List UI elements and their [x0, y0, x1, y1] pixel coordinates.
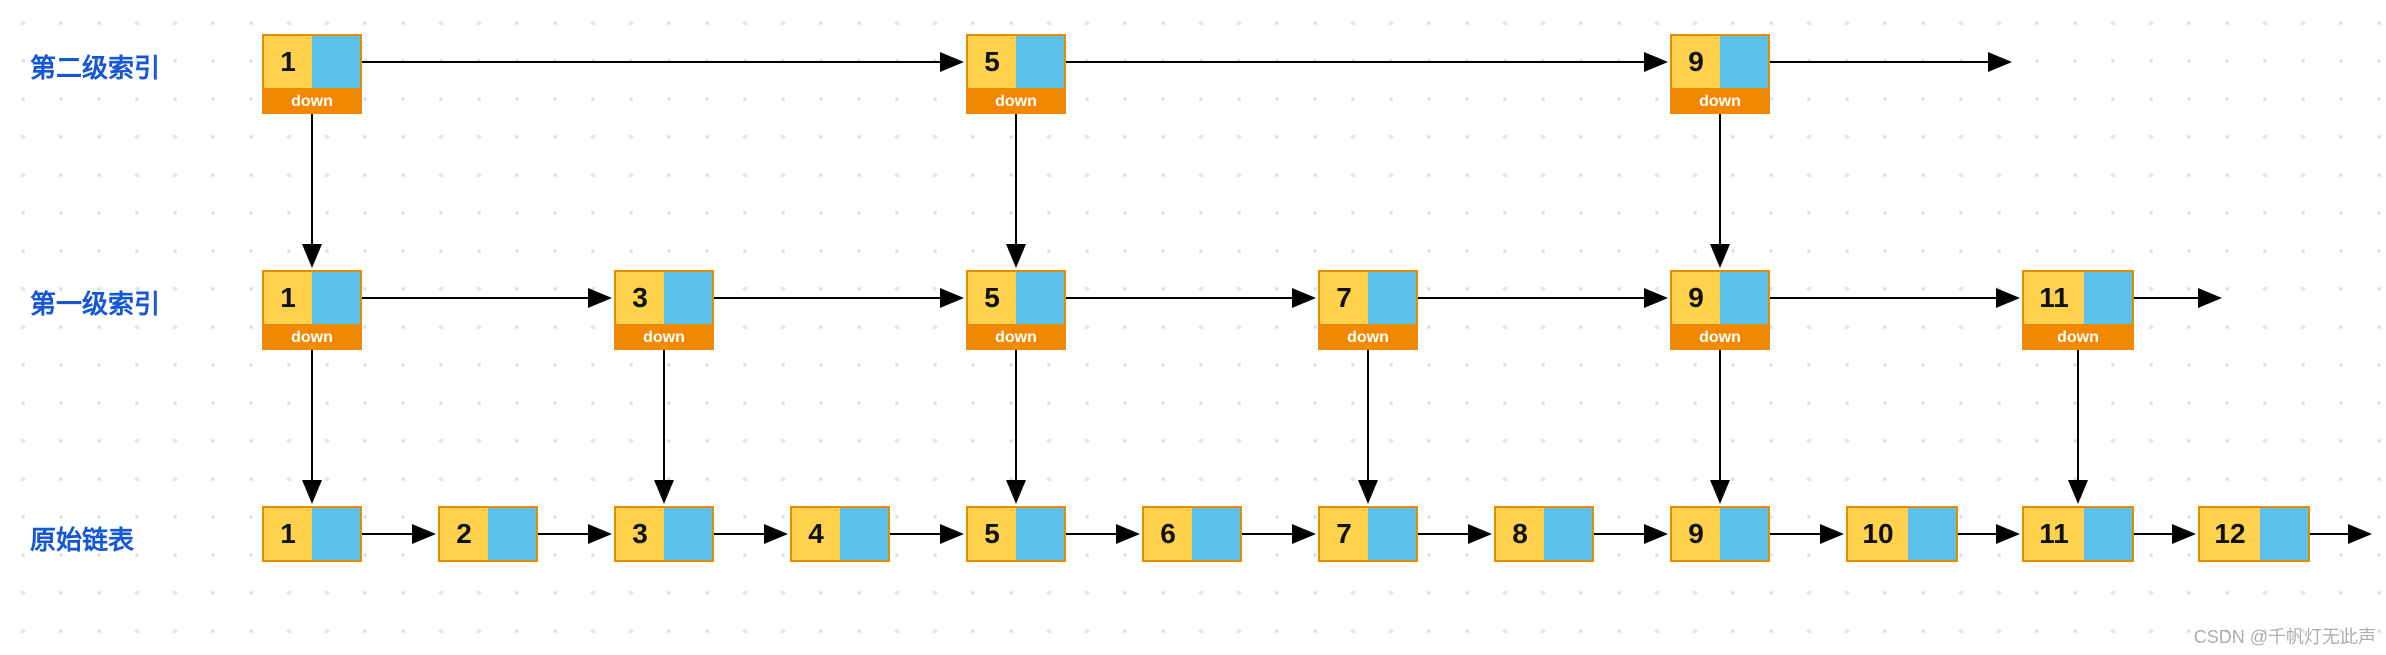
node-value: 9: [1672, 272, 1720, 324]
down-label: down: [614, 326, 714, 350]
down-label: down: [1318, 326, 1418, 350]
next-pointer: [1016, 36, 1064, 88]
node-value: 2: [440, 508, 488, 560]
node-value: 1: [264, 36, 312, 88]
l1-node-11: 11: [2022, 270, 2134, 326]
next-pointer: [1192, 508, 1240, 560]
l1-node-5: 5: [966, 270, 1066, 326]
down-label: down: [966, 326, 1066, 350]
l0-node-3: 3: [614, 506, 714, 562]
next-pointer: [1544, 508, 1592, 560]
down-label: down: [262, 326, 362, 350]
l0-node-2: 2: [438, 506, 538, 562]
l0-node-5: 5: [966, 506, 1066, 562]
l2-node-1: 1: [262, 34, 362, 90]
node-value: 5: [968, 508, 1016, 560]
l0-node-9: 9: [1670, 506, 1770, 562]
l0-node-8: 8: [1494, 506, 1594, 562]
l0-node-10: 10: [1846, 506, 1958, 562]
next-pointer: [1908, 508, 1956, 560]
l2-node-5: 5: [966, 34, 1066, 90]
l1-node-1: 1: [262, 270, 362, 326]
l0-node-1: 1: [262, 506, 362, 562]
next-pointer: [1720, 272, 1768, 324]
next-pointer: [2084, 508, 2132, 560]
down-label: down: [1670, 326, 1770, 350]
watermark: CSDN @千帆灯无此声: [2194, 623, 2376, 649]
node-value: 1: [264, 508, 312, 560]
next-pointer: [312, 272, 360, 324]
node-value: 5: [968, 272, 1016, 324]
node-value: 3: [616, 508, 664, 560]
next-pointer: [1368, 272, 1416, 324]
next-pointer: [1720, 508, 1768, 560]
next-pointer: [1016, 508, 1064, 560]
next-pointer: [2260, 508, 2308, 560]
l1-node-7: 7: [1318, 270, 1418, 326]
node-value: 5: [968, 36, 1016, 88]
node-value: 4: [792, 508, 840, 560]
label-level-0: 原始链表: [30, 520, 134, 557]
node-value: 8: [1496, 508, 1544, 560]
node-value: 9: [1672, 508, 1720, 560]
l2-node-9: 9: [1670, 34, 1770, 90]
next-pointer: [664, 272, 712, 324]
node-value: 6: [1144, 508, 1192, 560]
next-pointer: [488, 508, 536, 560]
node-value: 1: [264, 272, 312, 324]
next-pointer: [1368, 508, 1416, 560]
l0-node-7: 7: [1318, 506, 1418, 562]
l0-node-11: 11: [2022, 506, 2134, 562]
l1-node-3: 3: [614, 270, 714, 326]
node-value: 9: [1672, 36, 1720, 88]
node-value: 11: [2024, 272, 2084, 324]
next-pointer: [312, 36, 360, 88]
l0-node-4: 4: [790, 506, 890, 562]
node-value: 3: [616, 272, 664, 324]
next-pointer: [664, 508, 712, 560]
down-label: down: [2022, 326, 2134, 350]
l0-node-6: 6: [1142, 506, 1242, 562]
label-level-2: 第二级索引: [30, 48, 160, 85]
node-value: 7: [1320, 508, 1368, 560]
next-pointer: [1016, 272, 1064, 324]
node-value: 12: [2200, 508, 2260, 560]
l0-node-12: 12: [2198, 506, 2310, 562]
node-value: 7: [1320, 272, 1368, 324]
next-pointer: [840, 508, 888, 560]
l1-node-9: 9: [1670, 270, 1770, 326]
down-label: down: [1670, 90, 1770, 114]
label-level-1: 第一级索引: [30, 284, 160, 321]
next-pointer: [1720, 36, 1768, 88]
node-value: 10: [1848, 508, 1908, 560]
next-pointer: [2084, 272, 2132, 324]
down-label: down: [262, 90, 362, 114]
node-value: 11: [2024, 508, 2084, 560]
down-label: down: [966, 90, 1066, 114]
next-pointer: [312, 508, 360, 560]
